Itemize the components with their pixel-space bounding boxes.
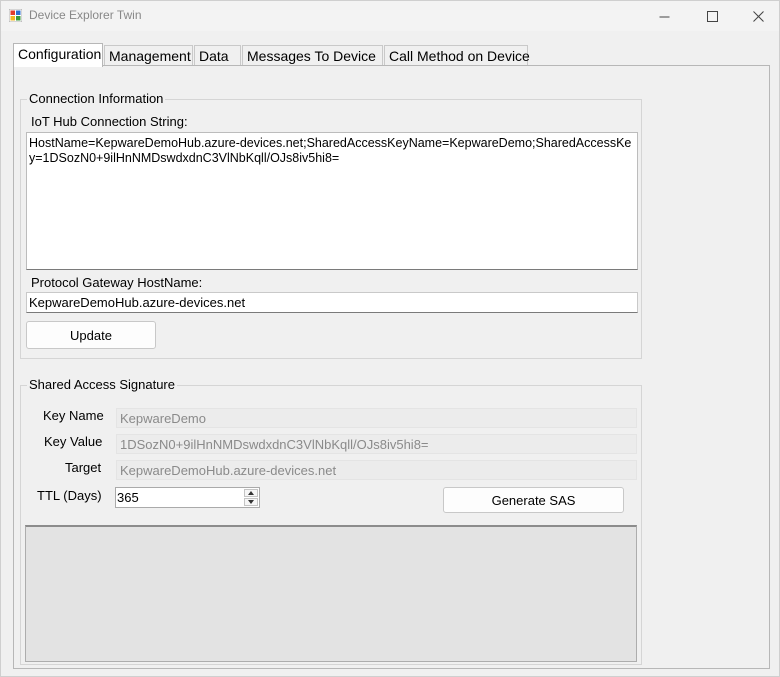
sas-group-title: Shared Access Signature bbox=[27, 377, 177, 392]
triangle-down-icon bbox=[248, 500, 254, 504]
key-name-label: Key Name bbox=[43, 408, 104, 423]
maximize-button[interactable] bbox=[689, 1, 735, 31]
tab-call-method-on-device[interactable]: Call Method on Device bbox=[384, 45, 530, 66]
window-title: Device Explorer Twin bbox=[29, 8, 142, 22]
connection-string-label: IoT Hub Connection String: bbox=[31, 114, 188, 129]
app-icon bbox=[9, 9, 22, 22]
gateway-hostname-input[interactable]: KepwareDemoHub.azure-devices.net bbox=[26, 292, 638, 313]
key-value-input: 1DSozN0+9ilHnNMDswdxdnC3VlNbKqll/OJs8iv5… bbox=[116, 434, 637, 454]
maximize-icon bbox=[706, 10, 718, 22]
key-name-input: KepwareDemo bbox=[116, 408, 637, 428]
triangle-up-icon bbox=[248, 491, 254, 495]
gateway-hostname-label: Protocol Gateway HostName: bbox=[31, 275, 203, 290]
target-input: KepwareDemoHub.azure-devices.net bbox=[116, 460, 637, 480]
minimize-button[interactable] bbox=[641, 1, 687, 31]
connection-string-textarea[interactable]: HostName=KepwareDemoHub.azure-devices.ne… bbox=[26, 132, 638, 270]
tab-messages-to-device[interactable]: Messages To Device bbox=[242, 45, 383, 66]
shared-access-signature-group: Shared Access Signature Key Name Kepware… bbox=[20, 377, 642, 665]
ttl-days-label: TTL (Days) bbox=[37, 488, 102, 503]
ttl-spin-buttons bbox=[244, 489, 258, 506]
ttl-days-value[interactable]: 365 bbox=[117, 490, 139, 505]
update-button[interactable]: Update bbox=[26, 321, 156, 349]
close-button[interactable] bbox=[735, 1, 780, 31]
configuration-panel: Connection Information IoT Hub Connectio… bbox=[13, 65, 770, 669]
ttl-increment-button[interactable] bbox=[244, 489, 258, 497]
connection-group-title: Connection Information bbox=[27, 91, 166, 106]
minimize-icon bbox=[659, 16, 669, 17]
tab-configuration[interactable]: Configuration bbox=[13, 43, 103, 67]
ttl-decrement-button[interactable] bbox=[244, 498, 258, 506]
sas-output-textbox[interactable] bbox=[25, 525, 637, 662]
app-window: Device Explorer Twin Configuration Manag… bbox=[0, 0, 780, 677]
close-icon bbox=[752, 10, 764, 22]
tab-management[interactable]: Management bbox=[104, 45, 193, 66]
key-value-label: Key Value bbox=[44, 434, 103, 449]
generate-sas-button[interactable]: Generate SAS bbox=[443, 487, 624, 513]
ttl-days-stepper[interactable]: 365 bbox=[115, 487, 260, 508]
tab-data[interactable]: Data bbox=[194, 45, 241, 66]
title-bar: Device Explorer Twin bbox=[1, 1, 779, 31]
target-label: Target bbox=[65, 460, 102, 475]
connection-information-group: Connection Information IoT Hub Connectio… bbox=[20, 91, 642, 359]
